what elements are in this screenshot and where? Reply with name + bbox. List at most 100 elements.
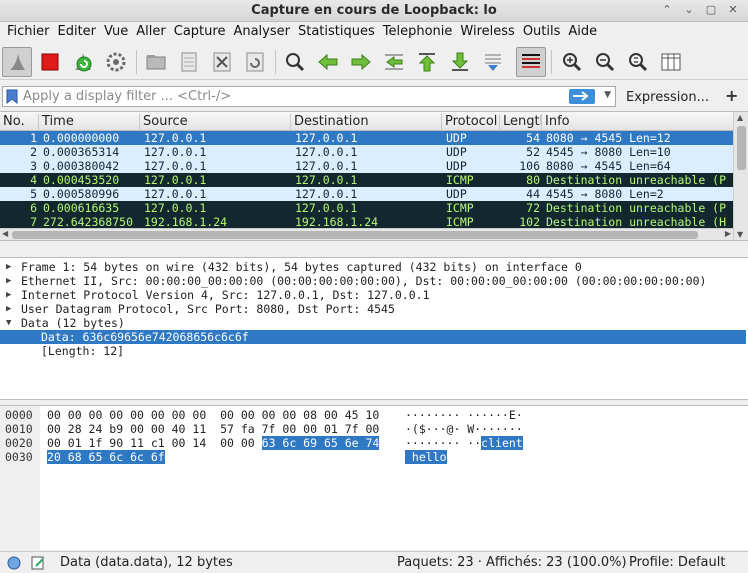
bookmark-icon[interactable] [5, 89, 19, 104]
packet-details: ▶ Frame 1: 54 bytes on wire (432 bits), 5… [0, 257, 748, 400]
packet-list-vscrollbar[interactable]: ▲ ▼ [733, 112, 748, 240]
expand-arrow-down-icon[interactable]: ▼ [6, 316, 11, 330]
table-row[interactable]: 1 0.000000000 127.0.0.1 127.0.0.1 UDP 54 8080 … [0, 131, 733, 145]
detail-tree-item[interactable]: ▼ Data (12 bytes) [0, 316, 746, 330]
col-length[interactable]: Length [500, 114, 542, 131]
cell-protocol: UDP [446, 159, 467, 173]
save-file-icon[interactable] [174, 47, 204, 77]
status-profile[interactable]: Profile: Default [629, 555, 725, 570]
col-protocol[interactable]: Protocol [442, 114, 500, 131]
table-row[interactable]: 6 0.000616635 127.0.0.1 127.0.0.1 ICMP 72 Dest… [0, 201, 733, 215]
menu-capture[interactable]: Capture [173, 22, 233, 43]
menu-aller[interactable]: Aller [135, 22, 172, 43]
close-file-icon[interactable] [207, 47, 237, 77]
menu-telephonie[interactable]: Telephonie [382, 22, 460, 43]
bytes-row[interactable]: 0010 00 28 24 b9 00 00 40 11 57 fa 7f 00 … [0, 422, 748, 436]
col-destination[interactable]: Destination [291, 114, 442, 131]
filter-history-dropdown-icon[interactable]: ▼ [604, 90, 611, 100]
menu-outils[interactable]: Outils [522, 22, 568, 43]
stop-capture-icon[interactable] [35, 47, 65, 77]
expand-arrow-right-icon[interactable]: ▶ [6, 274, 11, 288]
colorize-icon[interactable] [516, 47, 546, 77]
autoscroll-icon[interactable] [478, 47, 508, 77]
detail-text: Ethernet II, Src: 00:00:00_00:00:00 (00:… [21, 274, 707, 288]
byte-offset: 0030 [5, 450, 33, 464]
menu-statistiques[interactable]: Statistiques [297, 22, 382, 43]
detail-tree-item[interactable]: ▶ Internet Protocol Version 4, Src: 127.0… [0, 288, 746, 302]
maximize-icon[interactable]: ▢ [702, 2, 720, 18]
packet-list-hscrollbar[interactable]: ◀ ▶ [0, 228, 733, 240]
byte-ascii-selected: client [481, 436, 523, 450]
zoom-in-icon[interactable] [557, 47, 587, 77]
capture-options-icon[interactable] [101, 47, 131, 77]
open-file-icon[interactable] [141, 47, 171, 77]
restart-capture-icon[interactable] [68, 47, 98, 77]
detail-tree-item[interactable]: ▶ Frame 1: 54 bytes on wire (432 bits), 5… [0, 260, 746, 274]
packet-list-header: No. Time Source Destination Protocol Len… [0, 112, 733, 131]
first-packet-icon[interactable] [412, 47, 442, 77]
table-row[interactable]: 2 0.000365314 127.0.0.1 127.0.0.1 UDP 52 4545 … [0, 145, 733, 159]
byte-hex: 00 28 24 b9 00 00 40 11 57 fa 7f 00 00 0… [47, 422, 379, 436]
byte-hex: 20 68 65 6c 6c 6f [47, 450, 165, 464]
col-source[interactable]: Source [140, 114, 291, 131]
expand-arrow-right-icon[interactable]: ▶ [6, 288, 11, 302]
go-back-icon[interactable] [313, 47, 343, 77]
bytes-row[interactable]: 0020 00 01 1f 90 11 c1 00 14 00 00 63 6c … [0, 436, 748, 450]
col-info[interactable]: Info [542, 114, 733, 131]
menu-vue[interactable]: Vue [103, 22, 135, 43]
menu-editer[interactable]: Editer [57, 22, 104, 43]
go-to-packet-icon[interactable] [379, 47, 409, 77]
menu-analyser[interactable]: Analyser [232, 22, 297, 43]
add-filter-button[interactable]: + [725, 86, 738, 105]
detail-text: User Datagram Protocol, Src Port: 8080, … [21, 302, 395, 316]
bytes-row[interactable]: 0000 00 00 00 00 00 00 00 00 00 00 00 00 … [0, 408, 748, 422]
detail-tree-item[interactable]: ▶ User Datagram Protocol, Src Port: 8080,… [0, 302, 746, 316]
cell-protocol: ICMP [446, 201, 474, 215]
main-toolbar [0, 44, 748, 80]
bytes-row[interactable]: 0030 20 68 65 6c 6c 6f hello [0, 450, 748, 464]
byte-ascii-plain: ·($···@· W······· [405, 422, 523, 436]
cell-no: 3 [30, 159, 37, 173]
resize-columns-icon[interactable] [656, 47, 686, 77]
table-row[interactable]: 7 272.642368750 192.168.1.24 192.168.1.24 IC… [0, 215, 733, 229]
table-row[interactable]: 4 0.000453520 127.0.0.1 127.0.0.1 ICMP 80 Dest… [0, 173, 733, 187]
expert-info-icon[interactable] [6, 555, 22, 571]
detail-field[interactable]: Data: 636c69656e742068656c6c6f [0, 330, 746, 344]
byte-ascii: hello [405, 450, 447, 464]
byte-ascii: ········ ······E· [405, 408, 523, 422]
zoom-out-icon[interactable] [590, 47, 620, 77]
last-packet-icon[interactable] [445, 47, 475, 77]
cell-destination: 127.0.0.1 [295, 159, 358, 173]
close-icon[interactable]: ✕ [724, 2, 742, 18]
col-time[interactable]: Time [39, 114, 140, 131]
packet-bytes: 0000 00 00 00 00 00 00 00 00 00 00 00 00 … [0, 405, 748, 551]
expression-button[interactable]: Expression... [626, 90, 709, 105]
reload-file-icon[interactable] [240, 47, 270, 77]
normal-size-icon[interactable] [623, 47, 653, 77]
keep-above-icon[interactable]: ⌃ [658, 2, 676, 18]
expand-arrow-right-icon[interactable]: ▶ [6, 302, 11, 316]
find-packet-icon[interactable] [280, 47, 310, 77]
filter-placeholder: Apply a display filter ... <Ctrl-/> [23, 89, 232, 104]
go-forward-icon[interactable] [346, 47, 376, 77]
shark-fin-icon[interactable] [2, 47, 32, 77]
cell-info: Destination unreachable (P [546, 201, 727, 215]
capture-comment-icon[interactable] [30, 555, 46, 571]
col-no[interactable]: No. [0, 114, 39, 131]
detail-field[interactable]: [Length: 12] [0, 344, 746, 358]
display-filter-input[interactable]: Apply a display filter ... <Ctrl-/> ▼ [2, 86, 616, 107]
menu-wireless[interactable]: Wireless [459, 22, 521, 43]
cell-source: 127.0.0.1 [144, 159, 207, 173]
expand-arrow-right-icon[interactable]: ▶ [6, 260, 11, 274]
table-row[interactable]: 5 0.000580996 127.0.0.1 127.0.0.1 UDP 44 4545 … [0, 187, 733, 201]
cell-destination: 127.0.0.1 [295, 145, 358, 159]
table-row[interactable]: 3 0.000380042 127.0.0.1 127.0.0.1 UDP 106 8080… [0, 159, 733, 173]
minimize-icon[interactable]: ⌄ [680, 2, 698, 18]
apply-filter-icon[interactable] [569, 89, 595, 104]
cell-length: 80 [526, 173, 540, 187]
detail-tree-item[interactable]: ▶ Ethernet II, Src: 00:00:00_00:00:00 (00… [0, 274, 746, 288]
menu-fichier[interactable]: Fichier [6, 22, 57, 43]
cell-destination: 127.0.0.1 [295, 201, 358, 215]
menu-aide[interactable]: Aide [567, 22, 604, 43]
cell-time: 0.000453520 [43, 173, 120, 187]
